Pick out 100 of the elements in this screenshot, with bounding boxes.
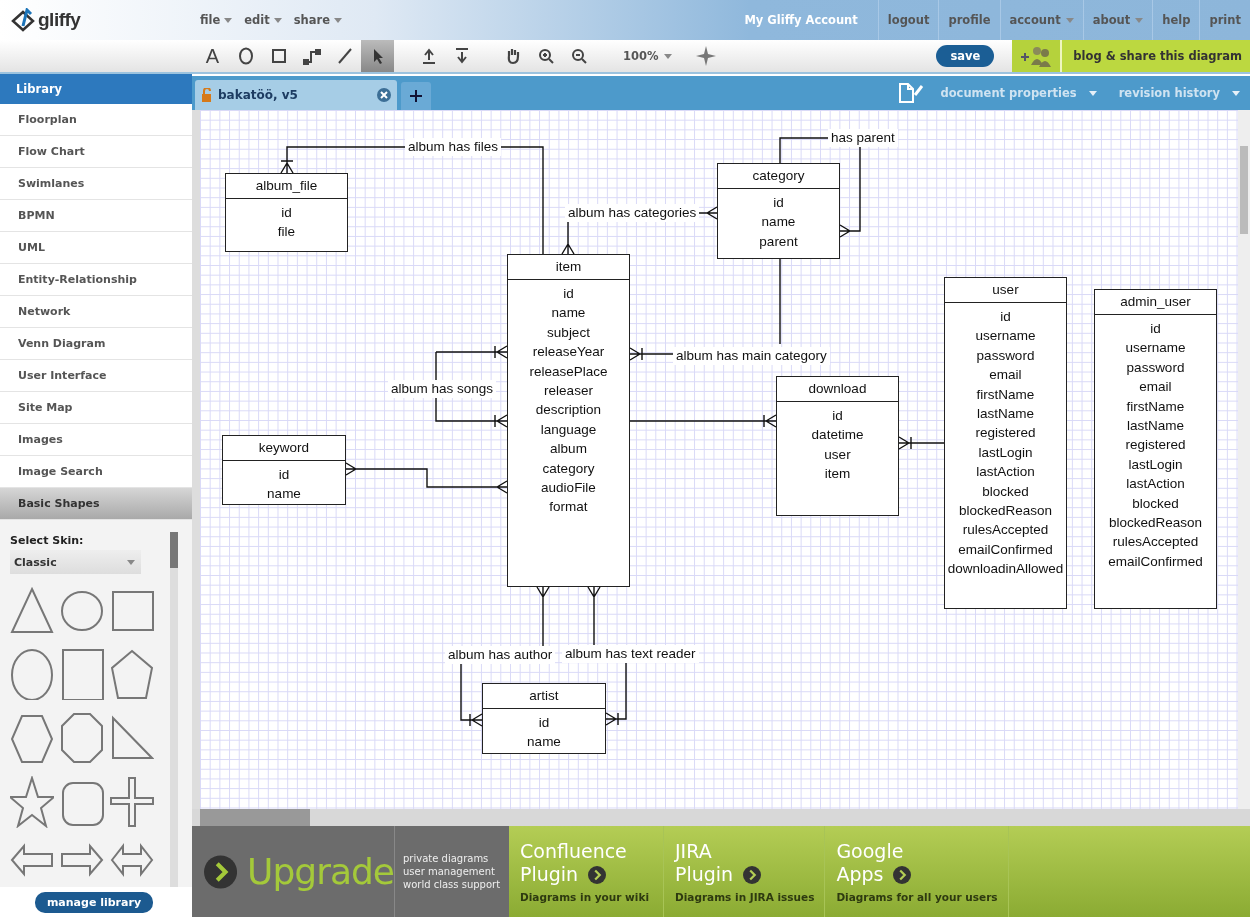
feature-text: user management [403,866,496,878]
hexagon-icon[interactable] [10,712,54,764]
library-item[interactable]: Basic Shapes [0,488,192,520]
entity-name: user [945,278,1066,303]
entity-field: email [945,365,1066,385]
entity-field: lastAction [1095,474,1216,494]
entity-field: lastName [1095,416,1216,436]
close-icon[interactable] [377,88,391,102]
entity-name: category [718,164,839,189]
entity-field: firstName [945,384,1066,405]
library-header: Library [0,74,192,104]
skin-label: Select Skin: [10,534,85,547]
entity-field: downloadinAllowed [945,559,1066,579]
octagon-icon[interactable] [60,712,104,764]
relationship-label: album has author [445,646,556,664]
rectangle-icon[interactable] [269,47,288,65]
entity-field: email [1095,377,1216,397]
entity-field: id [1095,319,1216,339]
logo-icon [10,8,36,32]
entity-field: lastName [945,404,1066,424]
plus-icon [409,89,423,103]
entity-field: id [718,193,839,213]
relationship-label: album has categories [565,204,700,222]
manage-library-button[interactable]: manage library [34,891,154,913]
plugin-subtitle: Diagrams in your wiki [520,891,650,904]
entity-field: name [718,212,839,232]
entity-field: emailConfirmed [945,539,1066,560]
entity-field: username [945,326,1066,346]
entity-field: album [508,439,629,459]
menu-item[interactable]: file [200,13,233,27]
entity-field: subject [508,322,629,343]
entity-field: password [1095,357,1216,378]
add-collaborator-button[interactable] [1012,40,1061,72]
entity-field: parent [718,231,839,252]
save-button[interactable]: save [936,45,995,67]
star-icon[interactable] [10,776,54,828]
document-tab[interactable]: bakatöö, v5 [195,80,397,110]
lock-icon [201,88,213,102]
relationship-label: album has text reader [562,645,699,663]
connector-icon[interactable] [302,47,321,65]
entity-field: lastLogin [945,442,1066,463]
plugin-subtitle: Diagrams in JIRA issues [675,891,815,904]
scrollbar-thumb[interactable] [170,532,178,568]
entity-field: name [223,484,345,504]
document-edit-icon [898,82,925,104]
logo[interactable]: gliffy [38,9,81,31]
entity-field: datetime [777,425,898,445]
feature-text: private diagrams [403,853,490,865]
entity-field: format [508,497,629,517]
entity-field: username [1095,338,1216,358]
entity-field: registered [945,423,1066,443]
entity-field: id [508,284,629,304]
entity-field: password [945,345,1066,366]
entity-field: name [508,303,629,323]
entity-field: category [508,458,629,479]
relationship-label: has parent [828,129,898,147]
entity-field: releaser [508,381,629,401]
line-icon[interactable] [335,47,354,65]
skin-dropdown[interactable]: Classic [10,550,141,574]
entity-field: emailConfirmed [1095,551,1216,572]
entity-field: id [945,307,1066,327]
cross-icon[interactable] [110,776,154,828]
entity-field: id [483,713,605,733]
entity-name: admin_user [1095,290,1216,315]
entity-field: description [508,400,629,420]
entity-field: id [777,406,898,426]
entity-field: file [226,222,347,242]
entity-field: id [223,465,345,485]
entity-field: audioFile [508,478,629,498]
add-people-icon [1019,45,1054,67]
entity-field: rulesAccepted [945,520,1066,540]
share-button[interactable]: blog & share this diagram [1060,40,1250,72]
scrollbar-thumb[interactable] [1240,146,1248,234]
pentagon-icon[interactable] [110,648,154,700]
new-tab-button[interactable] [401,82,431,110]
entity-field: name [483,732,605,752]
menu-item[interactable]: edit [244,13,282,27]
entity-field: lastAction [945,462,1066,482]
entity-field: releasePlace [508,361,629,382]
entity-field: blockedReason [1095,513,1216,533]
entity-field: rulesAccepted [1095,532,1216,552]
relationship-label: album has files [405,138,502,156]
ellipse-icon[interactable] [236,47,255,65]
entity-name: download [777,377,898,402]
panel-collapse-handle[interactable] [192,110,200,809]
relationship-label: album has songs [388,380,497,398]
relationship-line [898,436,945,450]
relationship-label: album has main category [673,347,830,365]
entity-field: item [777,464,898,484]
zoom-out-icon[interactable] [569,47,588,65]
zoom-dropdown[interactable]: 100% [617,48,678,64]
text-tool[interactable]: A [205,44,220,68]
zoom-in-icon[interactable] [536,47,555,65]
entity-field: registered [1095,435,1216,455]
menu-item[interactable]: share [293,13,342,27]
entity-name: album_file [226,174,347,199]
compass-icon[interactable] [695,46,716,66]
feature-text: world class support [403,879,501,891]
entity-name: artist [483,684,605,709]
entity-field: blocked [1095,493,1216,514]
